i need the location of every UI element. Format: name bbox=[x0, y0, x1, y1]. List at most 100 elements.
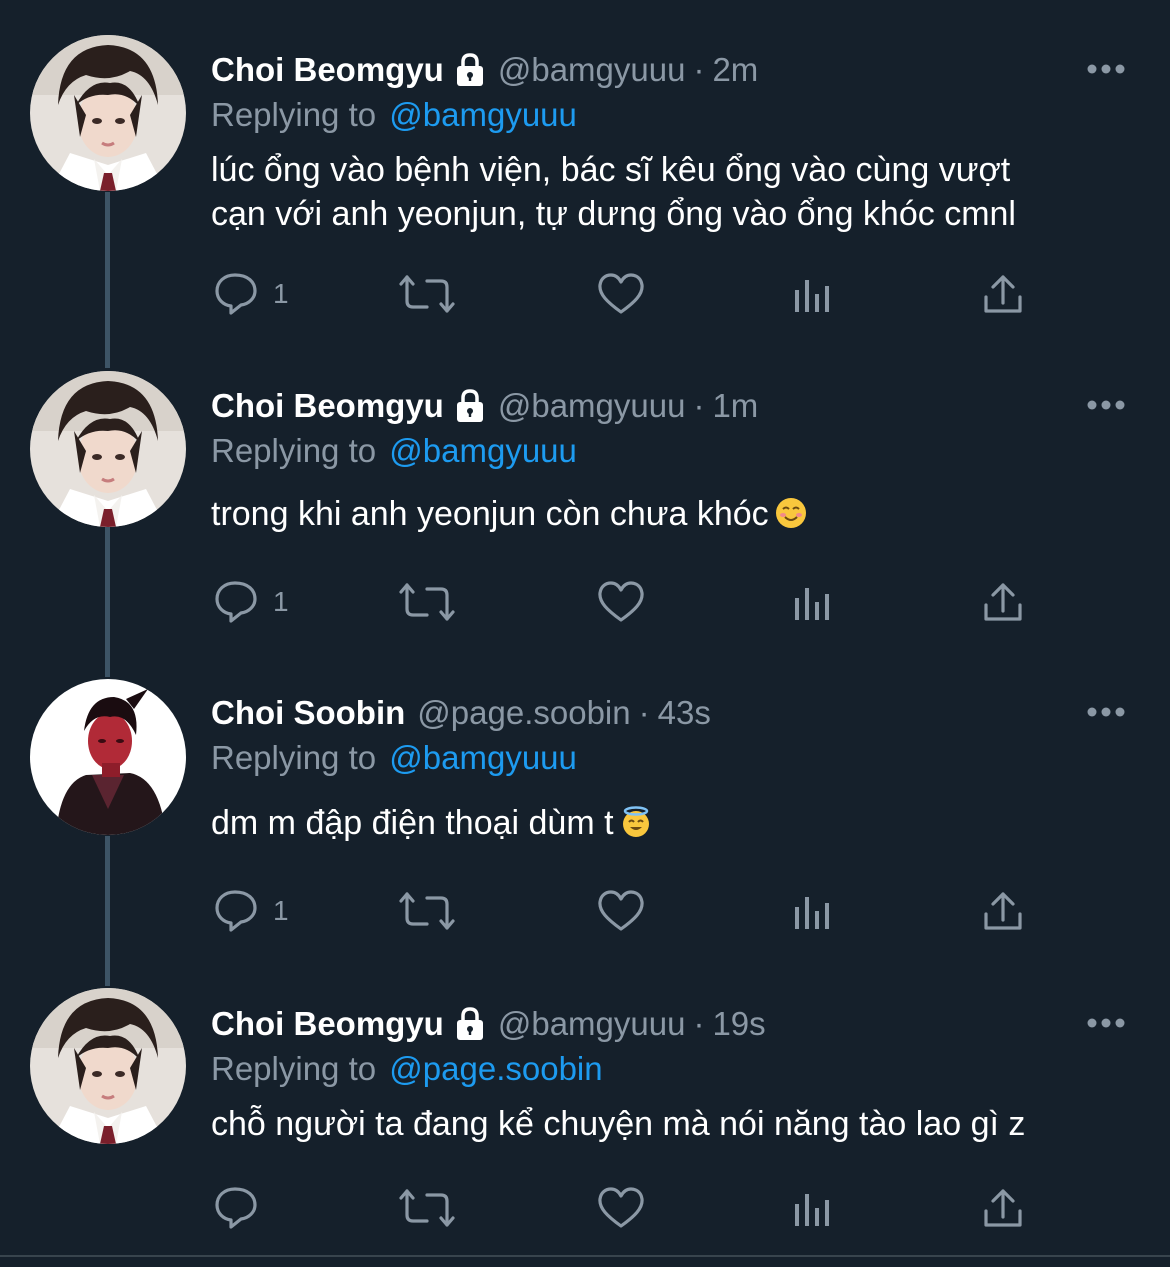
more-options-icon[interactable] bbox=[1086, 705, 1126, 717]
action-bar: 1 bbox=[213, 270, 1073, 318]
halo-face-icon bbox=[620, 805, 652, 837]
heart-icon bbox=[598, 273, 644, 314]
views-button[interactable] bbox=[793, 578, 831, 626]
reply-button[interactable]: 1 bbox=[213, 887, 289, 935]
tweet-text-line: lúc ổng vào bệnh viện, bác sĩ kêu ổng và… bbox=[211, 151, 1011, 189]
more-options-icon[interactable] bbox=[1086, 62, 1126, 74]
views-button[interactable] bbox=[793, 1184, 831, 1232]
action-bar bbox=[213, 1184, 1073, 1232]
reply-icon bbox=[215, 581, 257, 623]
mention-link[interactable]: @bamgyuuu bbox=[389, 739, 577, 776]
tweet[interactable]: Choi Beomgyu @bamgyuuu · 1m Replying to … bbox=[0, 371, 1170, 666]
lock-icon bbox=[454, 1007, 486, 1041]
mention-link[interactable]: @bamgyuuu bbox=[389, 432, 577, 469]
retweet-icon bbox=[399, 892, 455, 930]
tweet-text-line: trong khi anh yeonjun còn chưa khóc bbox=[211, 495, 769, 533]
share-button[interactable] bbox=[983, 270, 1023, 318]
like-button[interactable] bbox=[597, 887, 645, 935]
retweet-button[interactable] bbox=[399, 1184, 455, 1232]
analytics-icon bbox=[795, 1194, 829, 1226]
reply-button[interactable] bbox=[213, 1184, 273, 1232]
user-handle[interactable]: @bamgyuuu bbox=[498, 1005, 686, 1043]
timestamp[interactable]: 43s bbox=[658, 694, 711, 732]
action-bar: 1 bbox=[213, 887, 1073, 935]
share-icon bbox=[984, 1189, 1022, 1227]
retweet-icon bbox=[399, 583, 455, 621]
retweet-button[interactable] bbox=[399, 270, 455, 318]
share-icon bbox=[984, 275, 1022, 313]
avatar[interactable] bbox=[30, 679, 186, 835]
lock-icon bbox=[454, 389, 486, 423]
tweet-header: Choi Beomgyu @bamgyuuu · 2m bbox=[211, 48, 758, 92]
views-button[interactable] bbox=[793, 270, 831, 318]
avatar[interactable] bbox=[30, 988, 186, 1144]
timestamp[interactable]: 19s bbox=[712, 1005, 765, 1043]
retweet-icon bbox=[399, 275, 455, 313]
tweet[interactable]: Choi Soobin @page.soobin · 43s Replying … bbox=[0, 679, 1170, 973]
replying-to-label: Replying to bbox=[211, 432, 377, 469]
reply-icon bbox=[215, 273, 257, 315]
tweet[interactable]: Choi Beomgyu @bamgyuuu · 19s Replying to… bbox=[0, 988, 1170, 1254]
reply-button[interactable]: 1 bbox=[213, 578, 289, 626]
mention-link[interactable]: @page.soobin bbox=[389, 1050, 602, 1087]
avatar[interactable] bbox=[30, 35, 186, 191]
views-button[interactable] bbox=[793, 887, 831, 935]
reply-count: 1 bbox=[273, 586, 289, 617]
separator-dot: · bbox=[638, 694, 650, 731]
replying-to: Replying to @bamgyuuu bbox=[211, 432, 577, 470]
like-button[interactable] bbox=[597, 578, 645, 626]
heart-icon bbox=[598, 890, 644, 931]
share-button[interactable] bbox=[983, 578, 1023, 626]
divider bbox=[0, 1255, 1170, 1257]
tweet[interactable]: Choi Beomgyu @bamgyuuu · 2m Replying to … bbox=[0, 35, 1170, 340]
tweet-text-line: dm m đập điện thoại dùm t bbox=[211, 804, 614, 842]
action-bar: 1 bbox=[213, 578, 1073, 626]
user-handle[interactable]: @bamgyuuu bbox=[498, 387, 686, 425]
tweet-header: Choi Beomgyu @bamgyuuu · 1m bbox=[211, 384, 758, 428]
display-name[interactable]: Choi Beomgyu bbox=[211, 51, 444, 89]
tweet-text-line: chỗ người ta đang kể chuyện mà nói năng … bbox=[211, 1105, 1026, 1143]
tweet-text: chỗ người ta đang kể chuyện mà nói năng … bbox=[211, 1102, 1111, 1146]
share-button[interactable] bbox=[983, 887, 1023, 935]
tweet-text: lúc ổng vào bệnh viện, bác sĩ kêu ổng và… bbox=[211, 148, 1111, 236]
display-name[interactable]: Choi Soobin bbox=[211, 694, 405, 732]
retweet-button[interactable] bbox=[399, 578, 455, 626]
reply-count: 1 bbox=[273, 895, 289, 926]
heart-icon bbox=[598, 1187, 644, 1228]
timestamp[interactable]: 1m bbox=[712, 387, 758, 425]
separator-dot: · bbox=[693, 1005, 705, 1042]
analytics-icon bbox=[795, 588, 829, 620]
analytics-icon bbox=[795, 280, 829, 312]
tweet-text-line: cạn với anh yeonjun, tự dưng ổng vào ổng… bbox=[211, 195, 1016, 233]
separator-dot: · bbox=[693, 387, 705, 424]
retweet-button[interactable] bbox=[399, 887, 455, 935]
timestamp[interactable]: 2m bbox=[712, 51, 758, 89]
replying-to: Replying to @bamgyuuu bbox=[211, 96, 577, 134]
replying-to: Replying to @bamgyuuu bbox=[211, 739, 577, 777]
avatar[interactable] bbox=[30, 371, 186, 527]
tweet-text: trong khi anh yeonjun còn chưa khóc bbox=[211, 492, 1111, 536]
separator-dot: · bbox=[693, 51, 705, 88]
display-name[interactable]: Choi Beomgyu bbox=[211, 387, 444, 425]
reply-count: 1 bbox=[273, 278, 289, 309]
share-button[interactable] bbox=[983, 1184, 1023, 1232]
tweet-header: Choi Soobin @page.soobin · 43s bbox=[211, 691, 711, 735]
user-handle[interactable]: @page.soobin bbox=[417, 694, 630, 732]
user-handle[interactable]: @bamgyuuu bbox=[498, 51, 686, 89]
more-options-icon[interactable] bbox=[1086, 1016, 1126, 1028]
lock-icon bbox=[454, 53, 486, 87]
analytics-icon bbox=[795, 897, 829, 929]
display-name[interactable]: Choi Beomgyu bbox=[211, 1005, 444, 1043]
tweet-header: Choi Beomgyu @bamgyuuu · 19s bbox=[211, 1002, 766, 1046]
like-button[interactable] bbox=[597, 1184, 645, 1232]
like-button[interactable] bbox=[597, 270, 645, 318]
reply-button[interactable]: 1 bbox=[213, 270, 289, 318]
replying-to: Replying to @page.soobin bbox=[211, 1050, 603, 1088]
more-options-icon[interactable] bbox=[1086, 398, 1126, 410]
tweet-text: dm m đập điện thoại dùm t bbox=[211, 801, 1111, 845]
replying-to-label: Replying to bbox=[211, 1050, 377, 1087]
retweet-icon bbox=[399, 1189, 455, 1227]
share-icon bbox=[984, 892, 1022, 930]
mention-link[interactable]: @bamgyuuu bbox=[389, 96, 577, 133]
smiling-face-icon bbox=[775, 496, 807, 528]
